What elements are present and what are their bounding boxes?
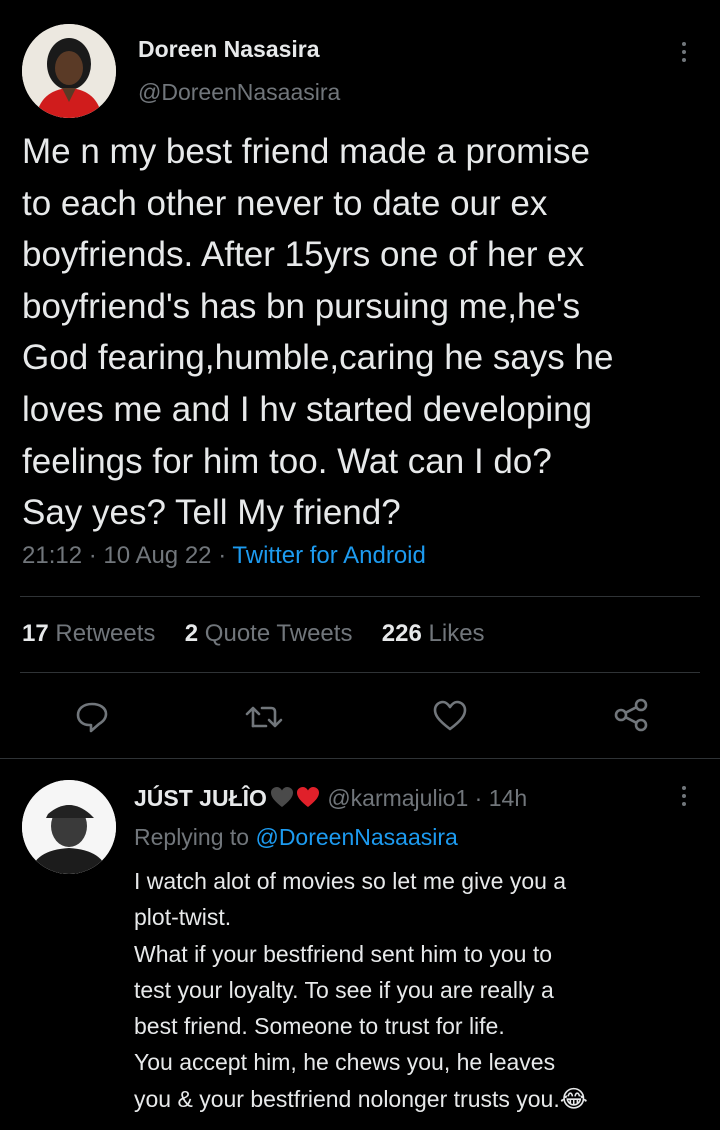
- reply-text-line: I watch alot of movies so let me give yo…: [134, 868, 567, 894]
- author-name[interactable]: Doreen Nasasira: [138, 36, 320, 63]
- reply-author-handle[interactable]: @karmajulio1: [327, 785, 468, 811]
- author-handle[interactable]: @DoreenNasaasira: [138, 79, 340, 106]
- tweet-text-line: Say yes? Tell My friend?: [22, 493, 401, 533]
- replying-to-handle[interactable]: @DoreenNasaasira: [255, 824, 457, 850]
- meta-separator: ·: [88, 542, 97, 569]
- meta-separator: ·: [474, 785, 483, 811]
- reply-text-line: test your loyalty. To see if you are rea…: [134, 976, 554, 1003]
- avatar-image: [22, 24, 116, 118]
- quote-tweets-stat[interactable]: 2 Quote Tweets: [185, 620, 353, 647]
- reply-icon[interactable]: [74, 700, 110, 734]
- replying-to-label: Replying to: [134, 824, 250, 850]
- replying-to: Replying to @DoreenNasaasira: [134, 824, 458, 851]
- tweet-stats: 17 Retweets 2 Quote Tweets 226 Likes: [22, 620, 485, 648]
- tweet-text-line: boyfriend's has bn pursuing me,he's: [22, 286, 581, 326]
- tweet-text-line: to each other never to date our ex: [22, 183, 548, 223]
- tweet-text-line: feelings for him too. Wat can I do?: [22, 441, 552, 481]
- reply-text-line: You accept him, he chews you, he leaves: [134, 1049, 556, 1076]
- retweet-icon[interactable]: [244, 702, 284, 732]
- reply-time[interactable]: 14h: [489, 785, 527, 811]
- tweet-meta: 21:12 · 10 Aug 22 · Twitter for Android: [22, 542, 426, 570]
- like-icon[interactable]: [432, 700, 468, 732]
- share-icon[interactable]: [612, 698, 650, 732]
- reply-text-line: you & your bestfriend nolonger trusts yo…: [134, 1081, 588, 1118]
- reply-author-avatar[interactable]: [22, 780, 116, 874]
- tweet-text-line: boyfriends. After 15yrs one of her ex: [22, 235, 585, 275]
- meta-separator: ·: [218, 542, 227, 569]
- divider: [0, 758, 720, 759]
- reply-more-options-icon[interactable]: [682, 786, 686, 806]
- more-options-icon[interactable]: [682, 42, 686, 62]
- reply-author-name[interactable]: JÚST JUŁÎO: [134, 785, 267, 811]
- tweet-text-line: Me n my best friend made a promise: [22, 132, 591, 171]
- reply-header: JÚST JUŁÎO @karmajulio1 · 14h: [134, 785, 527, 815]
- red-heart-icon: [295, 785, 321, 815]
- reply-text-line: best friend. Someone to trust for life.: [134, 1013, 505, 1040]
- author-avatar[interactable]: [22, 24, 116, 118]
- likes-stat[interactable]: 226 Likes: [382, 620, 485, 647]
- tweet-time[interactable]: 21:12: [22, 542, 82, 569]
- tweet-date[interactable]: 10 Aug 22: [103, 542, 211, 569]
- reply-text: I watch alot of movies so let me give yo…: [134, 863, 588, 1118]
- retweets-stat[interactable]: 17 Retweets: [22, 620, 155, 647]
- tweet-text: Me n my best friend made a promise to ea…: [22, 126, 613, 539]
- tweet-text-line: loves me and I hv started developing: [22, 389, 593, 429]
- divider: [20, 596, 700, 597]
- reply-text-last: you & your bestfriend nolonger trusts yo…: [134, 1085, 560, 1112]
- divider: [20, 672, 700, 673]
- reply-text-line: plot-twist.: [134, 904, 232, 931]
- laughing-emoji: 😂: [559, 1085, 588, 1113]
- avatar-image: [22, 780, 116, 874]
- tweet-source[interactable]: Twitter for Android: [232, 542, 425, 569]
- tweet-text-line: God fearing,humble,caring he says he: [22, 338, 614, 378]
- grey-heart-icon: [269, 785, 295, 815]
- reply-text-line: What if your bestfriend sent him to you …: [134, 940, 553, 967]
